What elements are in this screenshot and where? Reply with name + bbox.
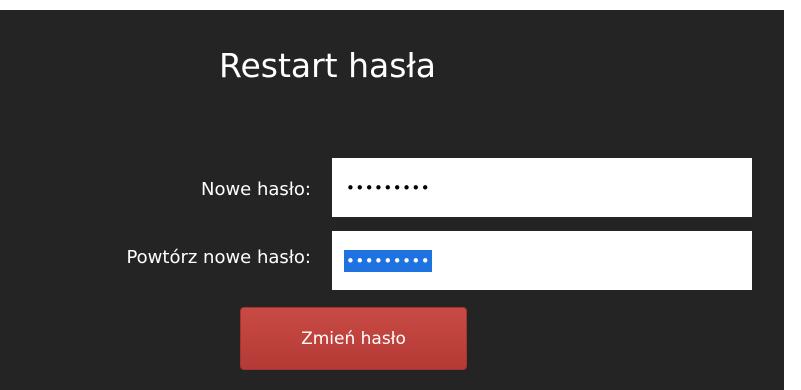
repeat-password-value: •••••••••	[344, 249, 433, 272]
new-password-value: •••••••••	[346, 178, 431, 197]
new-password-label: Nowe hasło:	[200, 179, 311, 200]
new-password-field[interactable]: •••••••••	[332, 158, 752, 217]
change-password-button[interactable]: Zmień hasło	[240, 307, 467, 370]
repeat-password-label: Powtórz nowe hasło:	[126, 247, 311, 268]
page-title: Restart hasła	[219, 46, 437, 85]
repeat-password-field[interactable]: •••••••••	[332, 231, 752, 290]
password-reset-panel: Restart hasła Nowe hasło: ••••••••• Powt…	[0, 10, 784, 390]
